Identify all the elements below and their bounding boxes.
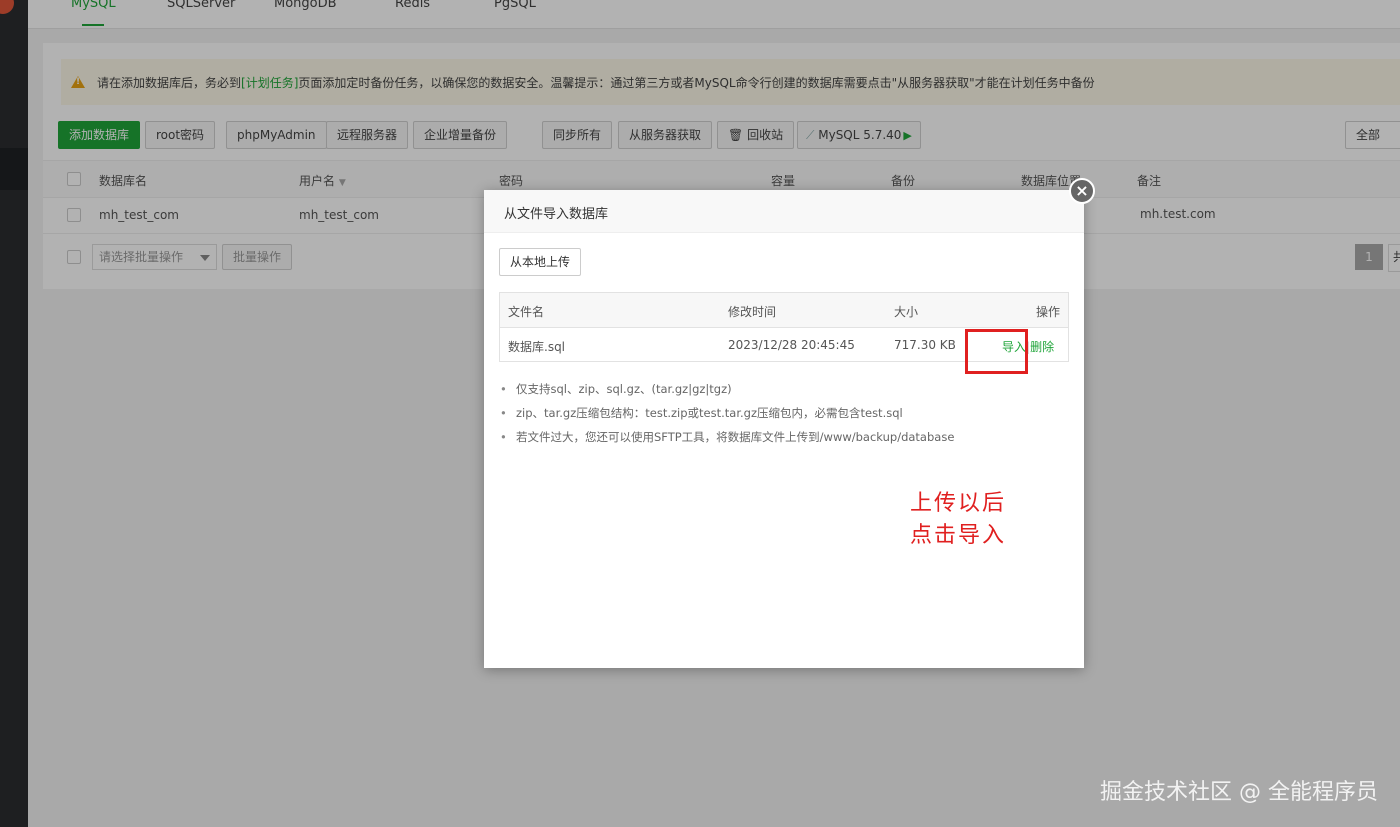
- col-size: 大小: [894, 305, 919, 319]
- import-database-dialog: 从文件导入数据库 从本地上传 文件名 修改时间 大小 操作 数据库.sql 20…: [484, 190, 1084, 668]
- annotation-line-1: 上传以后: [910, 491, 1007, 516]
- annotation-text: 上传以后 点击导入: [910, 488, 1006, 552]
- import-highlight-box: [965, 329, 1028, 374]
- col-actions: 操作: [1036, 305, 1061, 319]
- upload-local-button[interactable]: 从本地上传: [499, 248, 582, 276]
- delete-link[interactable]: 删除: [1030, 340, 1054, 354]
- annotation-line-2: 点击导入: [910, 523, 1007, 548]
- file-size: 717.30 KB: [894, 338, 956, 352]
- dialog-title: 从文件导入数据库: [504, 207, 609, 222]
- note-item: 仅支持sql、zip、sql.gz、(tar.gz|gz|tgz): [498, 380, 954, 404]
- dialog-header: 从文件导入数据库: [484, 190, 1084, 233]
- note-item: 若文件过大，您还可以使用SFTP工具，将数据库文件上传到/www/backup/…: [498, 428, 954, 452]
- col-filename: 文件名: [508, 305, 545, 319]
- file-table-header: 文件名 修改时间 大小 操作: [500, 293, 1068, 328]
- col-mtime: 修改时间: [728, 305, 777, 319]
- close-icon[interactable]: ×: [1069, 178, 1095, 204]
- file-name: 数据库.sql: [508, 340, 566, 354]
- import-notes: 仅支持sql、zip、sql.gz、(tar.gz|gz|tgz) zip、ta…: [498, 380, 954, 452]
- note-item: zip、tar.gz压缩包结构：test.zip或test.tar.gz压缩包内…: [498, 404, 954, 428]
- file-mtime: 2023/12/28 20:45:45: [728, 338, 855, 352]
- watermark: 掘金技术社区 @ 全能程序员: [1100, 780, 1378, 805]
